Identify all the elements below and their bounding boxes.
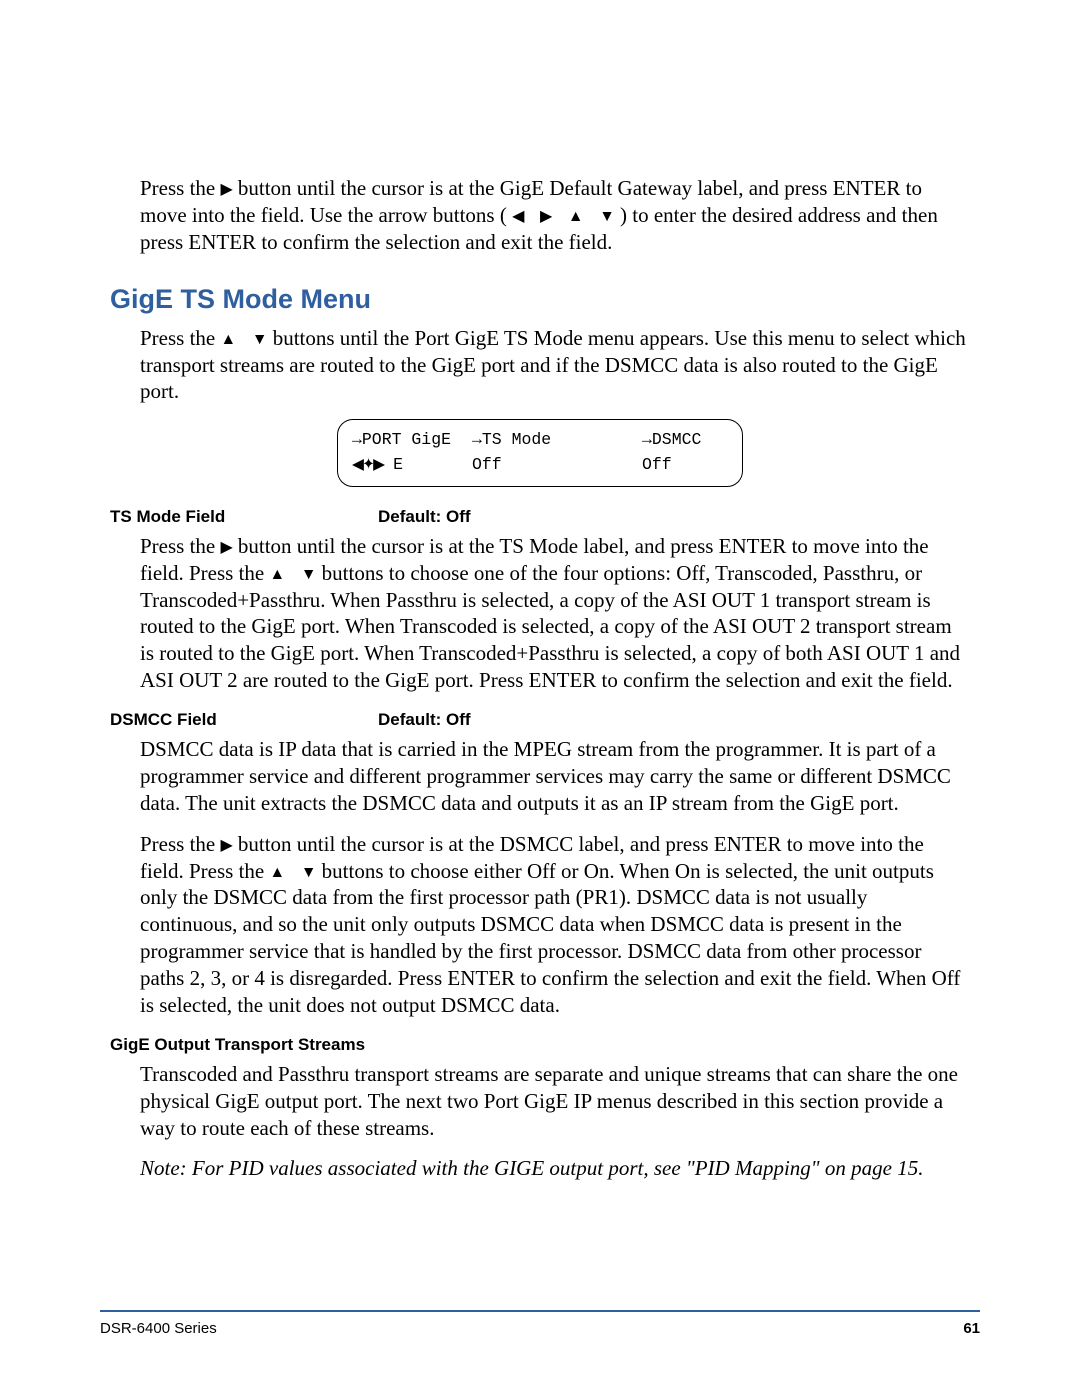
right-triangle-icon: ▶: [221, 836, 233, 856]
page: Press the ▶ button until the cursor is a…: [0, 0, 1080, 1397]
section-intro-paragraph: Press the ▲ ▼ buttons until the Port Gig…: [140, 325, 970, 406]
up-triangle-icon: ▲: [568, 207, 584, 227]
lcd-row-2: ◀✦▶ E Off Off: [352, 453, 728, 478]
footer-series: DSR-6400 Series: [100, 1320, 217, 1337]
down-triangle-icon: ▼: [301, 565, 317, 585]
up-triangle-icon: ▲: [221, 330, 237, 350]
down-triangle-icon: ▼: [301, 863, 317, 883]
text: Press the: [140, 534, 221, 558]
right-triangle-icon: ▶: [221, 538, 233, 558]
lcd-cell: Off: [472, 453, 642, 478]
field-name: DSMCC Field: [110, 710, 378, 730]
dsmcc-paragraph-2: Press the ▶ button until the cursor is a…: [140, 831, 970, 1019]
note-paragraph: Note: For PID values associated with the…: [140, 1155, 970, 1182]
spacer: [290, 561, 295, 585]
right-triangle-icon: ▶: [221, 180, 233, 200]
down-triangle-icon: ▼: [252, 330, 268, 350]
text: E: [383, 455, 403, 474]
lcd-cell: →TS Mode: [472, 428, 642, 453]
spacer: [241, 326, 246, 350]
left-triangle-icon: ◀: [512, 207, 524, 227]
intro-paragraph: Press the ▶ button until the cursor is a…: [140, 175, 970, 256]
subheading: GigE Output Transport Streams: [110, 1035, 970, 1055]
text: Press the: [140, 832, 221, 856]
right-triangle-icon: ▶: [540, 207, 552, 227]
dsmcc-paragraph-1: DSMCC data is IP data that is carried in…: [140, 736, 970, 817]
lcd-row-1: →PORT GigE →TS Mode →DSMCC: [352, 428, 728, 453]
nav-arrows-icon: ◀✦▶: [352, 456, 383, 473]
lcd-cell: →PORT GigE: [352, 428, 472, 453]
page-footer: DSR-6400 Series 61: [100, 1310, 980, 1337]
spacer: [557, 203, 562, 227]
text: Press the: [140, 326, 221, 350]
gige-output-paragraph: Transcoded and Passthru transport stream…: [140, 1061, 970, 1142]
field-heading-row: TS Mode Field Default: Off: [110, 507, 970, 527]
field-default: Default: Off: [378, 710, 471, 730]
field-name: TS Mode Field: [110, 507, 378, 527]
down-triangle-icon: ▼: [599, 207, 615, 227]
lcd-cell: Off: [642, 453, 728, 478]
spacer: [589, 203, 594, 227]
up-triangle-icon: ▲: [269, 565, 285, 585]
lcd-display: →PORT GigE →TS Mode →DSMCC ◀✦▶ E Off Off: [337, 419, 743, 487]
up-triangle-icon: ▲: [269, 863, 285, 883]
field-heading-row: DSMCC Field Default: Off: [110, 710, 970, 730]
lcd-cell: ◀✦▶ E: [352, 453, 472, 478]
field-default: Default: Off: [378, 507, 471, 527]
footer-page-number: 61: [963, 1320, 980, 1337]
spacer: [290, 859, 295, 883]
spacer: [529, 203, 534, 227]
tsmode-paragraph: Press the ▶ button until the cursor is a…: [140, 533, 970, 694]
text: Press the: [140, 176, 221, 200]
section-heading: GigE TS Mode Menu: [110, 284, 970, 315]
lcd-cell: →DSMCC: [642, 428, 728, 453]
